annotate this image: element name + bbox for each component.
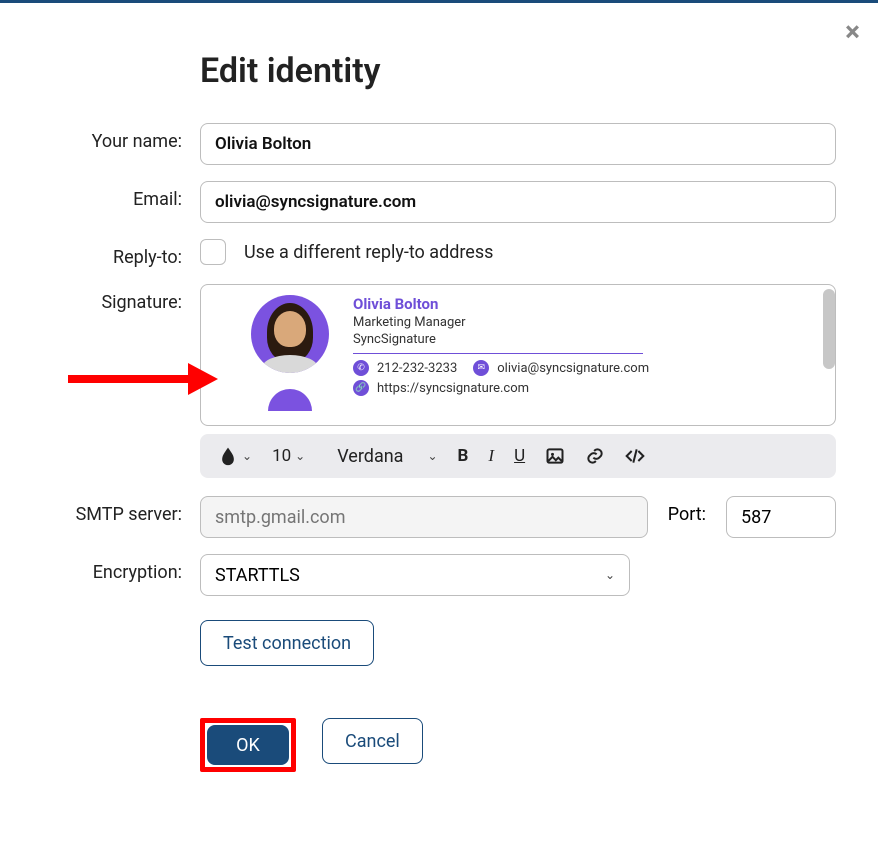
signature-label: Signature:: [42, 284, 200, 313]
image-button[interactable]: [539, 446, 571, 466]
signature-phone: 212-232-3233: [377, 361, 457, 376]
font-family-picker[interactable]: Verdana ⌄: [319, 446, 443, 467]
edit-identity-dialog: Edit identity Your name: Email: Reply-to…: [0, 3, 878, 818]
annotation-arrow: [68, 371, 218, 387]
avatar-secondary: [268, 389, 312, 411]
port-label: Port:: [668, 496, 706, 538]
your-name-input[interactable]: [200, 123, 836, 165]
encryption-value: STARTTLS: [215, 565, 300, 586]
close-icon[interactable]: ×: [845, 15, 860, 48]
signature-company: SyncSignature: [353, 332, 649, 347]
italic-button[interactable]: I: [482, 446, 500, 466]
encryption-label: Encryption:: [42, 554, 200, 583]
email-input[interactable]: [200, 181, 836, 223]
signature-email: olivia@syncsignature.com: [497, 361, 649, 376]
signature-editor[interactable]: Olivia Bolton Marketing Manager SyncSign…: [200, 284, 836, 426]
email-label: Email:: [42, 181, 200, 210]
test-connection-button[interactable]: Test connection: [200, 620, 374, 666]
chevron-down-icon: ⌄: [427, 449, 437, 463]
ok-highlight: OK: [200, 718, 296, 772]
smtp-label: SMTP server:: [42, 496, 200, 525]
your-name-label: Your name:: [42, 123, 200, 152]
encryption-select[interactable]: STARTTLS ⌄: [200, 554, 630, 596]
editor-toolbar: ⌄ 10 ⌄ Verdana ⌄ B I U: [200, 434, 836, 478]
scrollbar[interactable]: [823, 289, 835, 369]
reply-to-label: Reply-to:: [42, 239, 200, 268]
smtp-input[interactable]: [200, 496, 648, 538]
chevron-down-icon: ⌄: [605, 568, 615, 582]
chevron-down-icon: ⌄: [295, 449, 305, 463]
code-button[interactable]: [619, 446, 651, 466]
code-icon: [625, 446, 645, 466]
drop-icon: [218, 446, 238, 466]
underline-button[interactable]: U: [508, 446, 531, 466]
avatar: [251, 295, 329, 373]
signature-name: Olivia Bolton: [353, 295, 649, 313]
chain-icon: [585, 446, 605, 466]
mail-icon: ✉: [473, 360, 489, 376]
link-button[interactable]: [579, 446, 611, 466]
font-size-picker[interactable]: 10 ⌄: [266, 446, 311, 466]
color-picker[interactable]: ⌄: [212, 446, 258, 466]
chevron-down-icon: ⌄: [242, 449, 252, 463]
port-input[interactable]: [726, 496, 836, 538]
phone-icon: ✆: [353, 360, 369, 376]
reply-to-checkbox[interactable]: [200, 239, 226, 265]
link-icon: 🔗: [353, 380, 369, 396]
signature-url: https://syncsignature.com: [377, 381, 529, 396]
reply-to-checkbox-label: Use a different reply-to address: [244, 242, 493, 263]
ok-button[interactable]: OK: [207, 725, 289, 765]
bold-button[interactable]: B: [452, 446, 475, 466]
cancel-button[interactable]: Cancel: [322, 718, 423, 764]
dialog-title: Edit identity: [200, 51, 836, 91]
signature-title: Marketing Manager: [353, 315, 649, 330]
image-icon: [545, 446, 565, 466]
